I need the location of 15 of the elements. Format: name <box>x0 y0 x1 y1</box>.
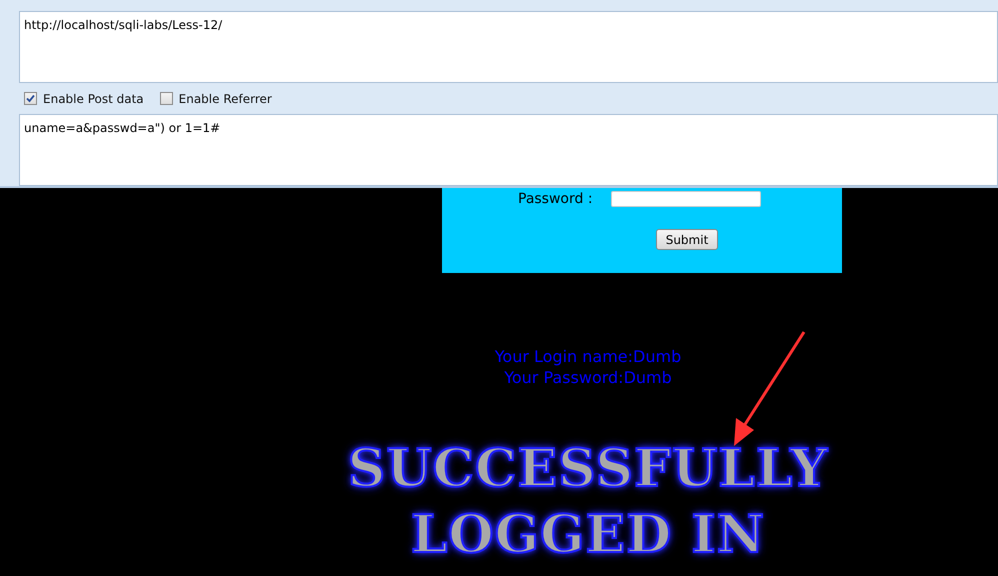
login-info: Your Password:Dumb <box>504 367 672 388</box>
option-checkbox[interactable]: Enable Referrer <box>160 92 272 106</box>
submit-button[interactable]: Submit <box>656 229 718 250</box>
success-title: SUCCESSFULLY <box>348 437 828 501</box>
checkbox-label: Enable Referrer <box>178 92 272 106</box>
password-field[interactable] <box>610 191 761 207</box>
checkbox-label: Enable Post data <box>43 92 144 106</box>
url-field[interactable]: http://localhost/sqli-labs/Less-12/ <box>19 11 998 83</box>
checkbox[interactable] <box>160 92 173 105</box>
login-info: Your Login name:Dumb <box>494 346 682 367</box>
checkbox[interactable] <box>24 92 37 105</box>
post-data-field[interactable]: uname=a&passwd=a") or 1=1# <box>19 114 998 186</box>
password-label: Password : <box>518 191 593 207</box>
success-title: LOGGED IN <box>410 503 766 567</box>
option-checkbox[interactable]: Enable Post data <box>24 92 144 106</box>
